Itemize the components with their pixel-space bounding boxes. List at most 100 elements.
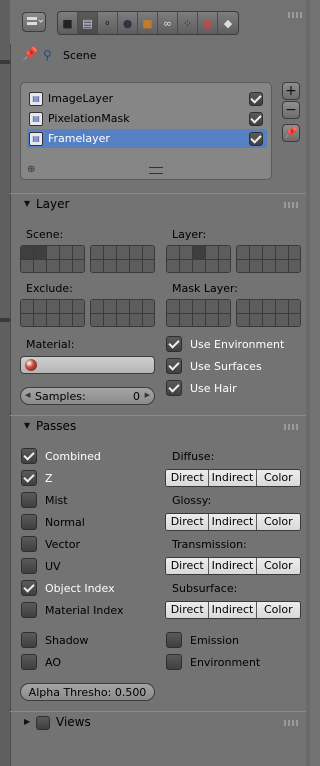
passes-panel-header[interactable]: ▼ Passes bbox=[10, 415, 306, 437]
material-label: Material: bbox=[26, 338, 75, 351]
glossy-indirect-button[interactable]: Indirect bbox=[209, 514, 257, 530]
diffuse-color-button[interactable]: Color bbox=[256, 470, 300, 486]
exclude-layer-grid[interactable] bbox=[20, 299, 85, 327]
scene-icon: ⚬ bbox=[102, 16, 113, 30]
scene-layer-grid[interactable] bbox=[20, 245, 85, 273]
subsurface-direct-button[interactable]: Direct bbox=[166, 602, 210, 618]
pass-label: Environment bbox=[190, 655, 261, 669]
add-layer-button[interactable]: + bbox=[282, 82, 300, 100]
pass-mist[interactable]: Mist bbox=[21, 492, 68, 508]
subsurface-pass-selector: Direct Indirect Color bbox=[165, 601, 301, 619]
pass-checkbox[interactable] bbox=[21, 448, 37, 464]
pin-layer-button[interactable]: 📌 bbox=[282, 124, 300, 142]
minus-icon: − bbox=[285, 102, 297, 118]
pass-checkbox[interactable] bbox=[21, 536, 37, 552]
pass-emission[interactable]: Emission bbox=[166, 632, 239, 648]
pass-ao[interactable]: AO bbox=[21, 654, 61, 670]
tab-physics[interactable]: ◆ bbox=[218, 12, 238, 34]
editor-type-button[interactable] bbox=[22, 12, 46, 32]
increment-arrow-icon[interactable]: ▶ bbox=[145, 391, 150, 399]
plus-icon: + bbox=[285, 83, 297, 99]
tab-constraints[interactable]: ∞ bbox=[158, 12, 178, 34]
tab-modifiers[interactable]: ⁘ bbox=[178, 12, 198, 34]
mask-layer-grid[interactable] bbox=[236, 299, 301, 327]
pass-normal[interactable]: Normal bbox=[21, 514, 85, 530]
pin-icon[interactable]: 📌 bbox=[22, 47, 38, 62]
tab-scene[interactable]: ⚬ bbox=[98, 12, 118, 34]
glossy-color-button[interactable]: Color bbox=[256, 514, 300, 530]
transmission-indirect-button[interactable]: Indirect bbox=[209, 558, 257, 574]
views-panel-header[interactable]: ▶ Views bbox=[10, 711, 306, 733]
panel-grip[interactable] bbox=[284, 424, 298, 430]
layer-enabled-checkbox[interactable] bbox=[249, 131, 263, 146]
pass-checkbox[interactable] bbox=[21, 654, 37, 670]
cube-icon: ■ bbox=[142, 16, 153, 30]
layer-enabled-checkbox[interactable] bbox=[249, 111, 263, 126]
use-surfaces-toggle[interactable]: Use Surfaces bbox=[166, 358, 262, 374]
panel-grip[interactable] bbox=[284, 202, 298, 208]
header-grip[interactable] bbox=[288, 12, 302, 18]
list-item-label[interactable]: Framelayer bbox=[48, 132, 249, 145]
list-resize-grip[interactable] bbox=[149, 167, 163, 174]
subsurface-indirect-button[interactable]: Indirect bbox=[209, 602, 257, 618]
mask-layer-grid[interactable] bbox=[166, 299, 231, 327]
tab-render[interactable]: ■ bbox=[58, 12, 78, 34]
pass-checkbox[interactable] bbox=[21, 602, 37, 618]
panel-title: Passes bbox=[36, 419, 77, 433]
pass-z[interactable]: Z bbox=[21, 470, 53, 486]
pass-shadow[interactable]: Shadow bbox=[21, 632, 88, 648]
use-hair-toggle[interactable]: Use Hair bbox=[166, 380, 237, 396]
render-layer-grid[interactable] bbox=[166, 245, 231, 273]
pass-label: Z bbox=[45, 471, 53, 485]
list-item[interactable]: ▤ PixelationMask bbox=[27, 109, 267, 128]
pass-checkbox[interactable] bbox=[166, 654, 182, 670]
alpha-threshold-field[interactable]: Alpha Thresho: 0.500 bbox=[20, 683, 155, 701]
pass-checkbox[interactable] bbox=[21, 632, 37, 648]
pass-checkbox[interactable] bbox=[21, 580, 37, 596]
list-item[interactable]: ▤ ImageLayer bbox=[27, 89, 267, 108]
pass-combined[interactable]: Combined bbox=[21, 448, 101, 464]
tab-world[interactable]: ● bbox=[118, 12, 138, 34]
transmission-direct-button[interactable]: Direct bbox=[166, 558, 210, 574]
transmission-color-button[interactable]: Color bbox=[256, 558, 300, 574]
panel-grip[interactable] bbox=[284, 720, 298, 726]
pass-checkbox[interactable] bbox=[21, 514, 37, 530]
scene-layer-grid[interactable] bbox=[90, 245, 155, 273]
decrement-arrow-icon[interactable]: ◀ bbox=[25, 391, 30, 399]
pass-checkbox[interactable] bbox=[166, 632, 182, 648]
pass-material-index[interactable]: Material Index bbox=[21, 602, 123, 618]
use-hair-checkbox[interactable] bbox=[166, 380, 182, 396]
use-environment-checkbox[interactable] bbox=[166, 336, 182, 352]
samples-field[interactable]: ◀ Samples: 0 ▶ bbox=[20, 387, 155, 405]
subsurface-color-button[interactable]: Color bbox=[256, 602, 300, 618]
pass-checkbox[interactable] bbox=[21, 470, 37, 486]
tab-render-layers[interactable]: ▤ bbox=[78, 12, 98, 34]
pass-uv[interactable]: UV bbox=[21, 558, 61, 574]
remove-layer-button[interactable]: − bbox=[282, 101, 300, 119]
glossy-direct-button[interactable]: Direct bbox=[166, 514, 210, 530]
exclude-layer-grid[interactable] bbox=[90, 299, 155, 327]
render-layer-list[interactable]: ▤ ImageLayer ▤ PixelationMask ▤ Framelay… bbox=[20, 82, 272, 180]
use-environment-toggle[interactable]: Use Environment bbox=[166, 336, 284, 352]
pass-environment[interactable]: Environment bbox=[166, 654, 260, 670]
context-tabs: ■ ▤ ⚬ ● ■ ∞ ⁘ ▦ ◆ bbox=[57, 11, 239, 35]
tab-object[interactable]: ■ bbox=[138, 12, 158, 34]
filter-toggle-icon[interactable]: ⊕ bbox=[27, 164, 35, 175]
layer-enabled-checkbox[interactable] bbox=[249, 91, 263, 106]
material-field[interactable] bbox=[20, 356, 155, 374]
diffuse-direct-button[interactable]: Direct bbox=[166, 470, 210, 486]
pass-checkbox[interactable] bbox=[21, 492, 37, 508]
render-layer-grid[interactable] bbox=[236, 245, 301, 273]
tab-texture[interactable]: ▦ bbox=[198, 12, 218, 34]
layer-panel-header[interactable]: ▼ Layer bbox=[10, 193, 306, 215]
use-surfaces-checkbox[interactable] bbox=[166, 358, 182, 374]
list-item-selected[interactable]: ▤ Framelayer bbox=[27, 129, 267, 148]
list-item-label[interactable]: ImageLayer bbox=[48, 92, 249, 105]
views-checkbox[interactable] bbox=[36, 716, 50, 730]
list-item-label[interactable]: PixelationMask bbox=[48, 112, 249, 125]
pass-vector[interactable]: Vector bbox=[21, 536, 80, 552]
chain-link-icon: ∞ bbox=[162, 16, 173, 30]
pass-checkbox[interactable] bbox=[21, 558, 37, 574]
diffuse-indirect-button[interactable]: Indirect bbox=[209, 470, 257, 486]
pass-object-index[interactable]: Object Index bbox=[21, 580, 115, 596]
